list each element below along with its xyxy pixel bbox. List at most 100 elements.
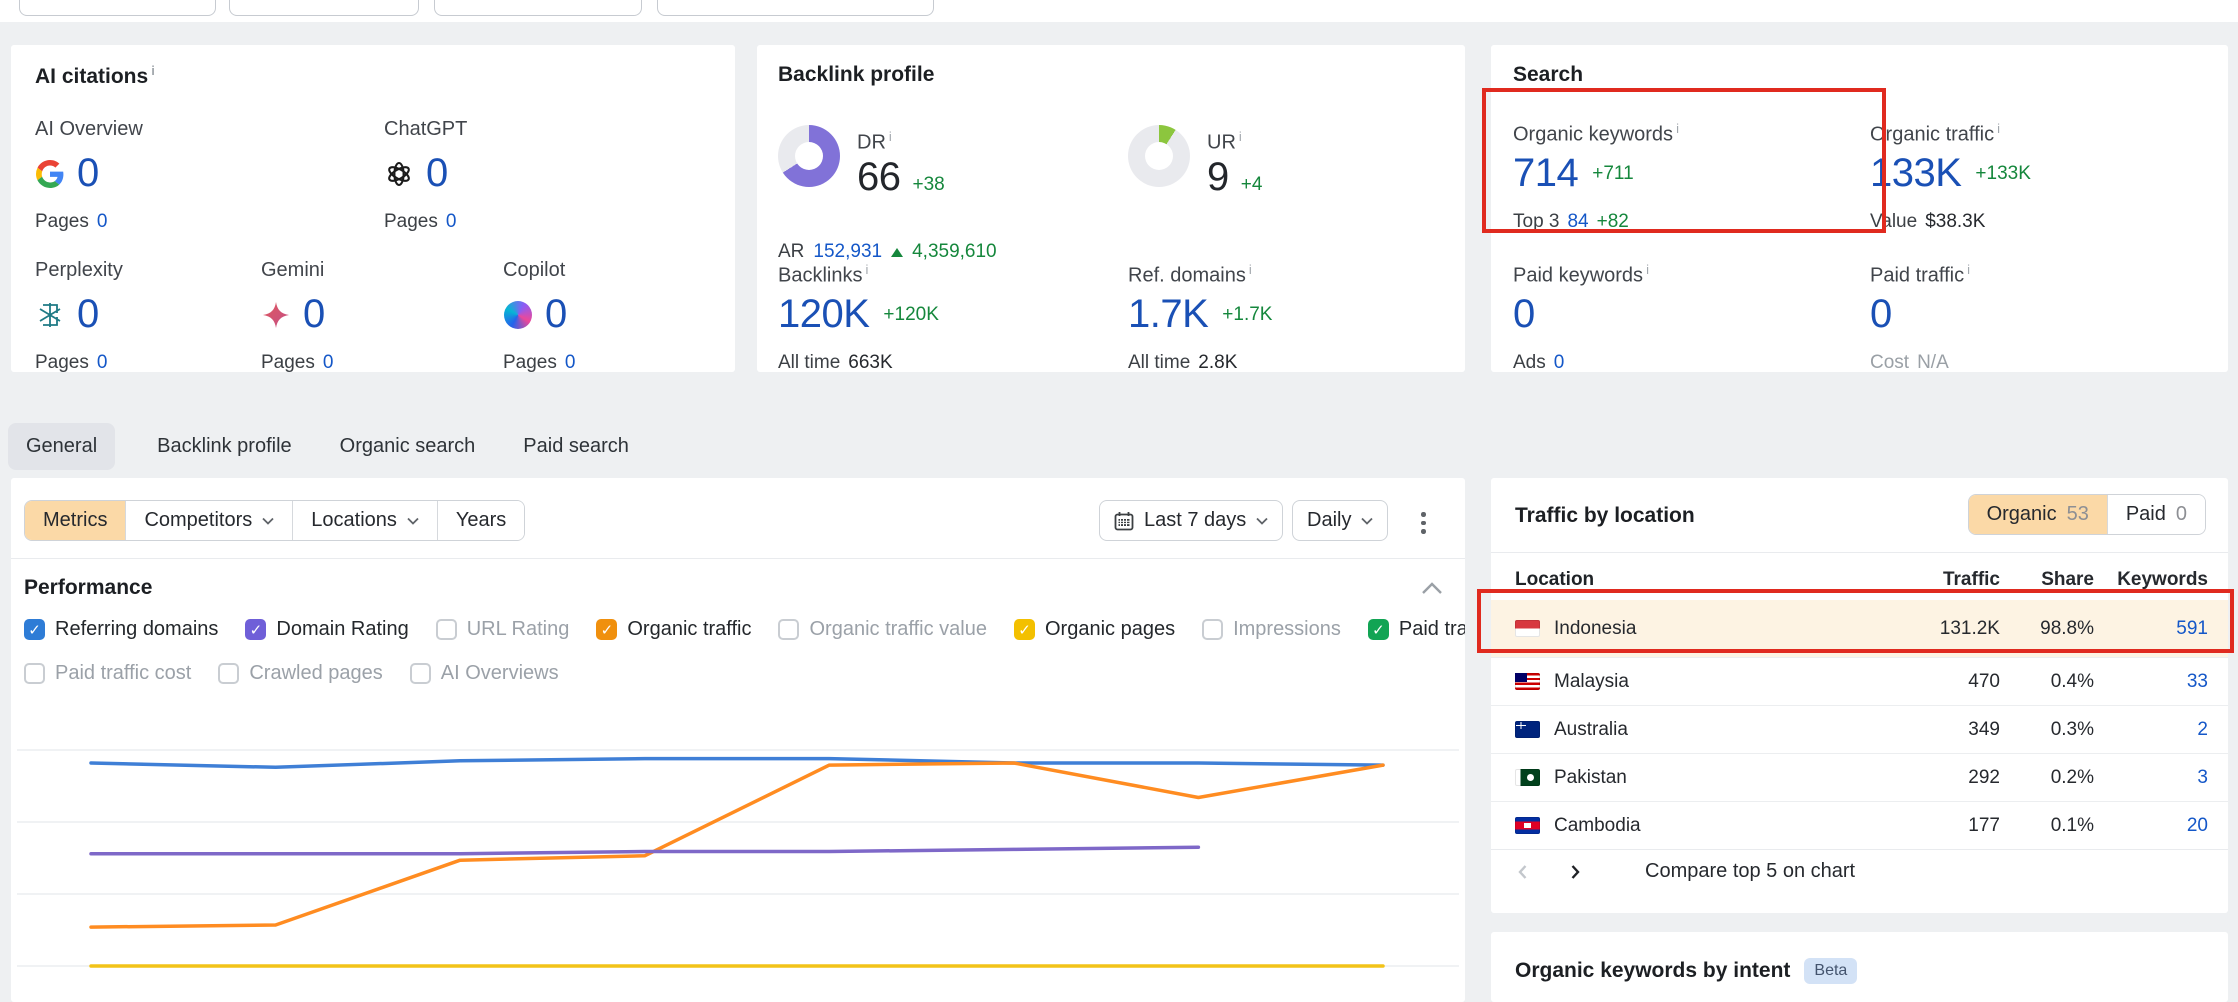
copilot-metric: Copilot 0 Pages0	[503, 258, 703, 378]
checkbox-referring-domains[interactable]: Referring domains	[24, 618, 218, 641]
organic-keywords-value[interactable]: 714	[1513, 151, 1578, 196]
toolbar-input[interactable]	[434, 0, 642, 16]
next-page-icon[interactable]	[1567, 864, 1583, 880]
chevron-down-icon	[1361, 517, 1373, 525]
prev-page-icon[interactable]	[1515, 864, 1531, 880]
toolbar-input[interactable]	[657, 0, 934, 16]
toolbar-strip	[0, 0, 2238, 22]
ai-overview-value[interactable]: 0	[77, 151, 99, 196]
search-card: Search Organic keywordsi 714 +711 Top 3 …	[1491, 45, 2228, 372]
keywords-link[interactable]: 33	[2094, 671, 2208, 693]
toolbar-input[interactable]	[19, 0, 216, 16]
dr-donut-chart	[778, 125, 840, 187]
keywords-link[interactable]: 20	[2094, 815, 2208, 837]
info-icon[interactable]: i	[1967, 262, 1970, 277]
metrics-filter-button[interactable]: Metrics	[25, 501, 125, 540]
google-icon	[35, 159, 65, 189]
paid-traffic-metric: Paid traffici 0 CostN/A	[1870, 258, 2210, 378]
location-row-indonesia[interactable]: Indonesia 131.2K 98.8% 591	[1491, 600, 2228, 657]
info-icon[interactable]: i	[1646, 262, 1649, 277]
pages-link[interactable]: 0	[565, 352, 576, 374]
pages-link[interactable]: 0	[446, 211, 457, 233]
paid-traffic-value[interactable]: 0	[1870, 292, 1892, 337]
chatgpt-value[interactable]: 0	[426, 151, 448, 196]
tab-general[interactable]: General	[8, 423, 115, 470]
checkbox-icon	[24, 619, 45, 640]
checkbox-domain-rating[interactable]: Domain Rating	[245, 618, 408, 641]
tab-paid-search[interactable]: Paid search	[517, 423, 635, 470]
checkbox-organic-pages[interactable]: Organic pages	[1014, 618, 1175, 641]
info-icon[interactable]: i	[151, 63, 155, 78]
checkbox-organic-traffic-value[interactable]: Organic traffic value	[778, 618, 987, 641]
checkbox-icon	[410, 663, 431, 684]
pages-link[interactable]: 0	[323, 352, 334, 374]
checkbox-organic-traffic[interactable]: Organic traffic	[596, 618, 751, 641]
backlinks-value[interactable]: 120K	[778, 292, 869, 337]
search-title: Search	[1513, 63, 1583, 87]
chevron-up-icon	[1421, 581, 1443, 595]
ur-metric: URi 9 +4	[1128, 125, 1262, 200]
organic-keywords-metric: Organic keywordsi 714 +711 Top 3 84 +82	[1513, 117, 1853, 247]
keywords-link[interactable]: 3	[2094, 767, 2208, 789]
info-icon[interactable]: i	[889, 129, 892, 144]
info-icon[interactable]: i	[1997, 121, 2000, 136]
locations-filter-button[interactable]: Locations	[292, 501, 437, 540]
ai-overview-metric: AI Overview 0 Pages0	[35, 117, 365, 247]
tab-organic-search[interactable]: Organic search	[334, 423, 482, 470]
location-row-pakistan[interactable]: Pakistan 292 0.2% 3	[1491, 753, 2228, 801]
ref-domains-value[interactable]: 1.7K	[1128, 292, 1208, 337]
keywords-link[interactable]: 2	[2094, 719, 2208, 741]
keywords-link[interactable]: 591	[2094, 618, 2208, 640]
ur-delta: +4	[1241, 174, 1263, 196]
copilot-icon	[503, 300, 533, 330]
location-row-australia[interactable]: Australia 349 0.3% 2	[1491, 705, 2228, 753]
backlinks-metric: Backlinksi 120K +120K All time663K	[778, 258, 1098, 378]
collapse-section-button[interactable]	[1421, 578, 1443, 601]
location-row-malaysia[interactable]: Malaysia 470 0.4% 33	[1491, 657, 2228, 705]
performance-line-chart[interactable]	[11, 718, 1465, 1002]
top3-link[interactable]: 84	[1567, 211, 1588, 233]
up-triangle-icon	[891, 248, 903, 257]
granularity-button[interactable]: Daily	[1292, 500, 1388, 541]
paid-toggle-button[interactable]: Paid0	[2107, 495, 2205, 534]
info-icon[interactable]: i	[865, 262, 868, 277]
date-range-button[interactable]: Last 7 days	[1099, 500, 1283, 541]
location-row-cambodia[interactable]: Cambodia 177 0.1% 20	[1491, 801, 2228, 849]
checkbox-icon	[245, 619, 266, 640]
more-options-kebab-icon[interactable]	[1415, 506, 1432, 540]
info-icon[interactable]: i	[1249, 262, 1252, 277]
ur-donut-chart	[1128, 125, 1190, 187]
organic-traffic-value[interactable]: 133K	[1870, 151, 1961, 196]
pages-link[interactable]: 0	[97, 211, 108, 233]
perplexity-icon	[35, 300, 65, 330]
traffic-by-location-card: Traffic by location Organic53 Paid0 Loca…	[1491, 478, 2228, 913]
checkbox-crawled-pages[interactable]: Crawled pages	[218, 662, 382, 685]
competitors-filter-button[interactable]: Competitors	[125, 501, 292, 540]
divider	[1491, 552, 2228, 553]
checkbox-paid-traffic[interactable]: Paid traffic	[1368, 618, 1465, 641]
tab-backlink-profile[interactable]: Backlink profile	[151, 423, 298, 470]
checkbox-ai-overviews[interactable]: AI Overviews	[410, 662, 559, 685]
ur-value: 9	[1207, 155, 1229, 200]
traffic-by-location-title: Traffic by location	[1515, 504, 1695, 528]
years-filter-button[interactable]: Years	[437, 501, 524, 540]
toolbar-input[interactable]	[229, 0, 419, 16]
checkbox-paid-traffic-cost[interactable]: Paid traffic cost	[24, 662, 191, 685]
info-icon[interactable]: i	[1676, 121, 1679, 136]
divider	[1491, 849, 2228, 850]
compare-top5-label[interactable]: Compare top 5 on chart	[1645, 860, 1855, 883]
ads-link[interactable]: 0	[1554, 352, 1565, 374]
location-pagination: Compare top 5 on chart	[1515, 860, 1855, 883]
paid-keywords-value[interactable]: 0	[1513, 292, 1535, 337]
checkbox-url-rating[interactable]: URL Rating	[436, 618, 570, 641]
calendar-icon	[1114, 511, 1134, 531]
gemini-value[interactable]: 0	[303, 292, 325, 337]
metric-checkbox-row-2: Paid traffic cost Crawled pages AI Overv…	[24, 662, 559, 685]
copilot-value[interactable]: 0	[545, 292, 567, 337]
info-icon[interactable]: i	[1239, 129, 1242, 144]
perplexity-value[interactable]: 0	[77, 292, 99, 337]
organic-toggle-button[interactable]: Organic53	[1969, 495, 2107, 534]
performance-card: Metrics Competitors Locations Years Last…	[11, 478, 1465, 1002]
pages-link[interactable]: 0	[97, 352, 108, 374]
checkbox-impressions[interactable]: Impressions	[1202, 618, 1341, 641]
